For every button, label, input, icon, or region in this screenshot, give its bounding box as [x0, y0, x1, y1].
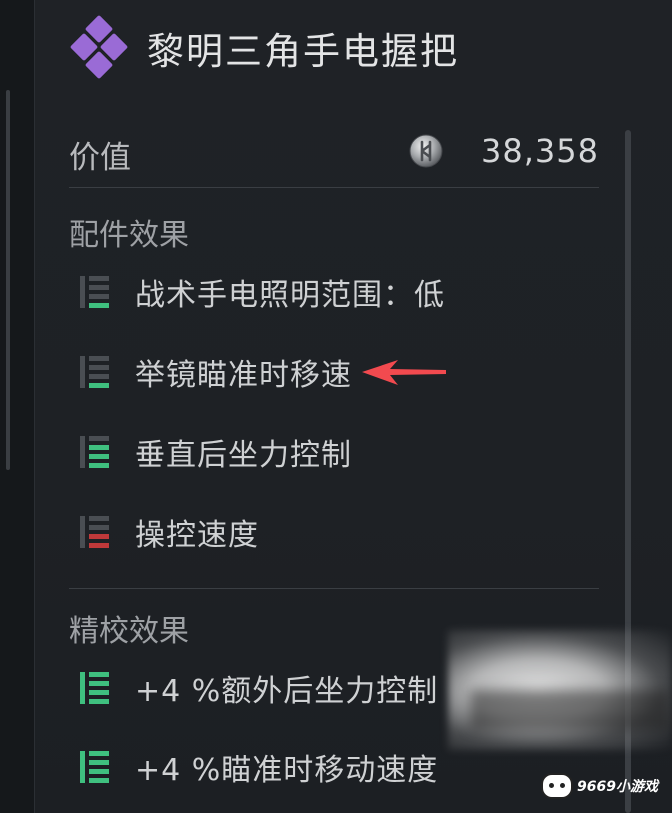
watermark-logo-icon	[541, 773, 574, 799]
value-row: 价值 38,358	[69, 126, 599, 176]
effect-row: 垂直后坐力控制	[77, 427, 352, 477]
effect-row: 战术手电照明范围：低	[77, 267, 445, 317]
calibration-row: +4 %额外后坐力控制	[77, 663, 438, 713]
effect-row: 操控速度	[77, 507, 259, 557]
calibration-row: +4 %瞄准时移动速度	[77, 742, 438, 792]
item-header: 黎明三角手电握把	[67, 15, 459, 81]
stat-bars-green-low-icon	[80, 356, 109, 388]
divider	[69, 187, 599, 188]
purple-diamond-cluster-icon	[67, 15, 133, 81]
accessory-effects-title: 配件效果	[69, 218, 189, 253]
item-title: 黎明三角手电握把	[147, 30, 459, 73]
effect-text: 垂直后坐力控制	[135, 438, 352, 473]
effect-text: 操控速度	[135, 518, 259, 553]
calibration-text: +4 %瞄准时移动速度	[135, 753, 439, 788]
calibration-effects-title: 精校效果	[69, 614, 189, 649]
value-label: 价值	[69, 140, 131, 176]
annotation-arrow-icon	[362, 360, 446, 385]
left-panel-edge	[0, 0, 34, 813]
silver-coin-icon	[409, 134, 443, 168]
effect-text: 战术手电照明范围：低	[135, 278, 445, 313]
value-amount: 38,358	[481, 132, 599, 170]
blurred-shadow	[470, 690, 670, 730]
stat-bars-green-bright-icon	[80, 672, 109, 704]
calibration-text: +4 %额外后坐力控制	[135, 674, 439, 709]
stat-bars-green-bright-icon	[80, 751, 109, 783]
stat-bars-green-full-icon	[80, 436, 109, 468]
watermark-text: 9669小游戏	[577, 779, 658, 795]
left-scrollbar-thumb[interactable]	[6, 90, 10, 470]
effect-text: 举镜瞄准时移速	[135, 358, 352, 393]
stat-bars-green-low-icon	[80, 276, 109, 308]
watermark: 9669小游戏	[541, 773, 658, 799]
stat-bars-red-icon	[80, 516, 109, 548]
effect-row: 举镜瞄准时移速	[77, 347, 352, 397]
divider	[69, 588, 599, 589]
